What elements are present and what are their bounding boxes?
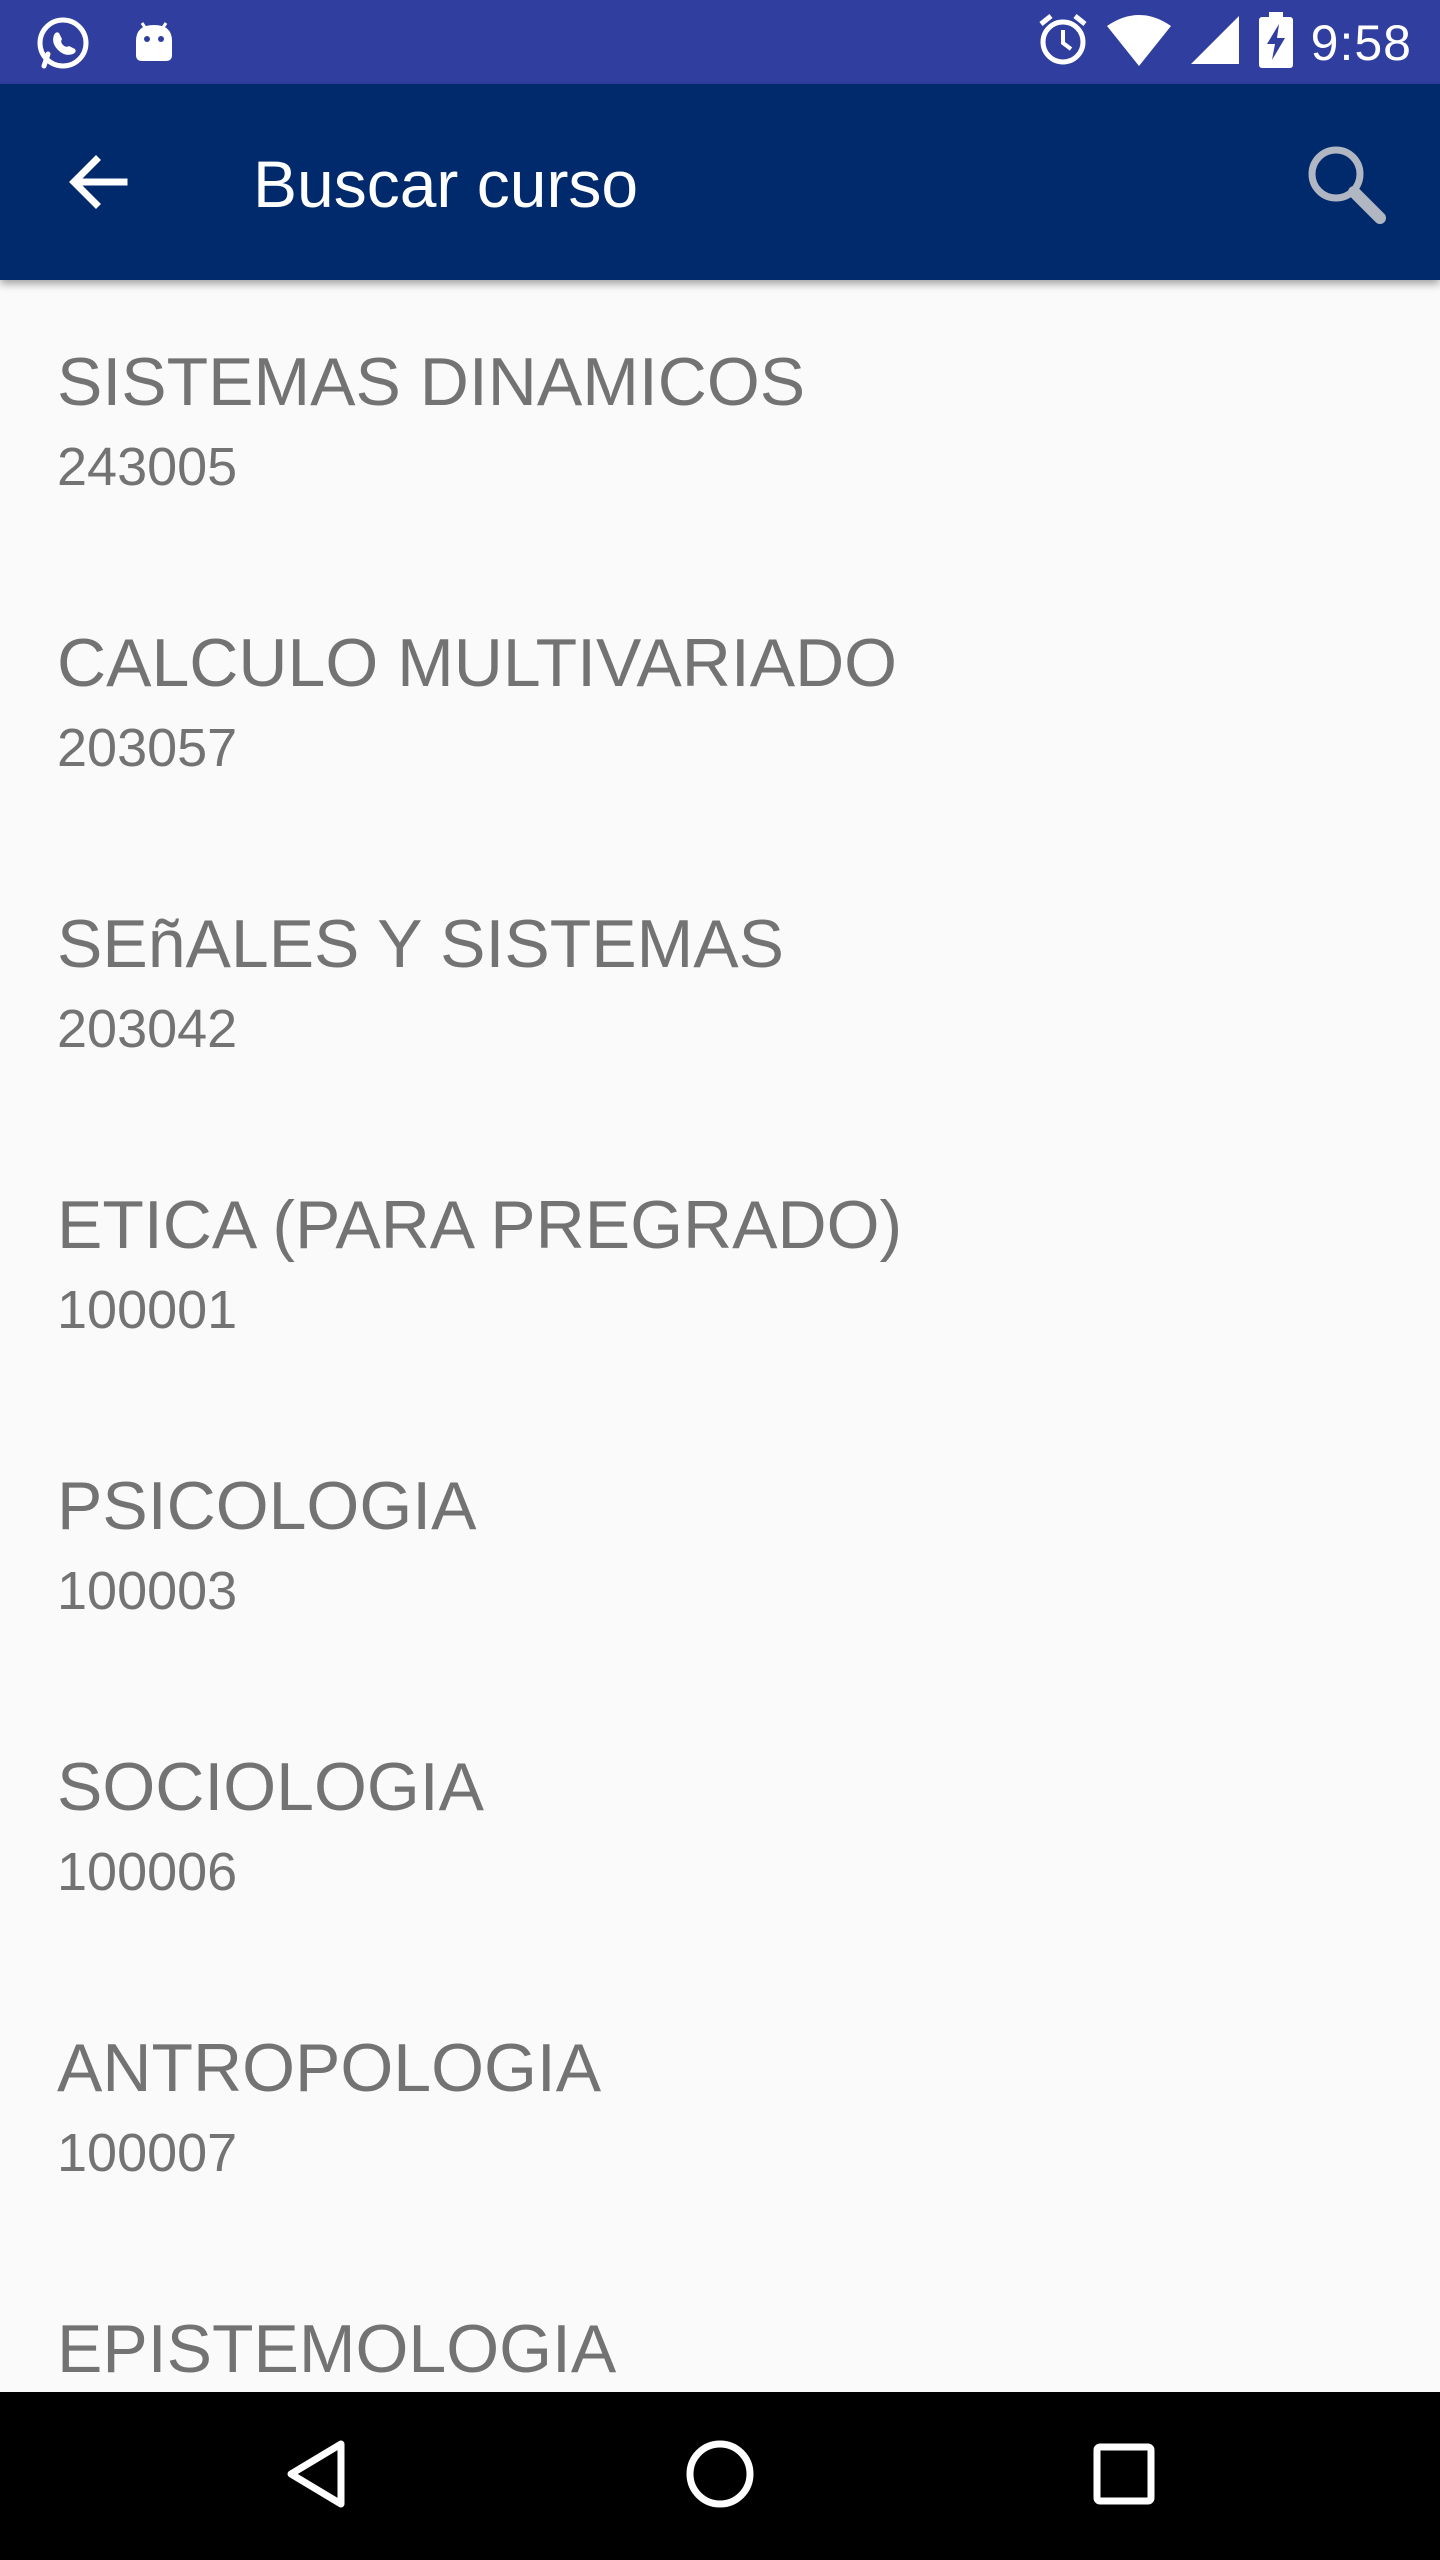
course-name: CALCULO MULTIVARIADO [57,625,898,701]
nav-back-button[interactable] [266,2426,366,2526]
nav-recents-button[interactable] [1074,2426,1174,2526]
list-item[interactable]: EPISTEMOLOGIA [0,2247,1440,2392]
course-code: 100006 [57,1842,238,1902]
list-item[interactable]: SOCIOLOGIA 100006 [0,1685,1440,1966]
status-bar: 9:58 [0,0,1440,84]
android-icon [132,19,176,72]
course-name: ANTROPOLOGIA [57,2030,602,2106]
search-button[interactable] [1290,130,1400,240]
navigation-bar [0,2392,1440,2560]
course-name: SISTEMAS DINAMICOS [57,344,806,420]
alarm-icon [1037,12,1089,73]
course-name: ETICA (PARA PREGRADO) [57,1187,903,1263]
course-list[interactable]: SISTEMAS DINAMICOS 243005 CALCULO MULTIV… [0,280,1440,2392]
course-code: 100003 [57,1561,238,1621]
course-code: 100001 [57,1280,238,1340]
course-code: 243005 [57,437,238,497]
battery-charging-icon [1258,12,1293,73]
list-item[interactable]: ETICA (PARA PREGRADO) 100001 [0,1123,1440,1404]
course-name: PSICOLOGIA [57,1468,477,1544]
nav-home-button[interactable] [670,2426,770,2526]
signal-icon [1189,14,1241,71]
course-name: EPISTEMOLOGIA [57,2311,617,2387]
home-circle-icon [684,2438,756,2515]
course-name: SEñALES Y SISTEMAS [57,906,784,982]
list-item[interactable]: PSICOLOGIA 100003 [0,1404,1440,1685]
course-code: 100007 [57,2123,238,2183]
back-triangle-icon [283,2438,349,2515]
list-item[interactable]: SISTEMAS DINAMICOS 243005 [0,280,1440,561]
course-name: SOCIOLOGIA [57,1749,484,1825]
course-code: 203042 [57,999,238,1059]
list-item[interactable]: SEñALES Y SISTEMAS 203042 [0,842,1440,1123]
course-code: 203057 [57,718,238,778]
app-bar: Buscar curso [0,84,1440,280]
wifi-icon [1106,14,1171,71]
search-icon [1302,140,1388,231]
list-item[interactable]: ANTROPOLOGIA 100007 [0,1966,1440,2247]
back-button[interactable] [48,134,148,234]
arrow-back-icon [66,150,130,219]
list-item[interactable]: CALCULO MULTIVARIADO 203057 [0,561,1440,842]
page-title: Buscar curso [253,147,639,221]
recents-square-icon [1092,2442,1156,2511]
whatsapp-icon [34,14,92,77]
status-time: 9:58 [1310,14,1412,71]
